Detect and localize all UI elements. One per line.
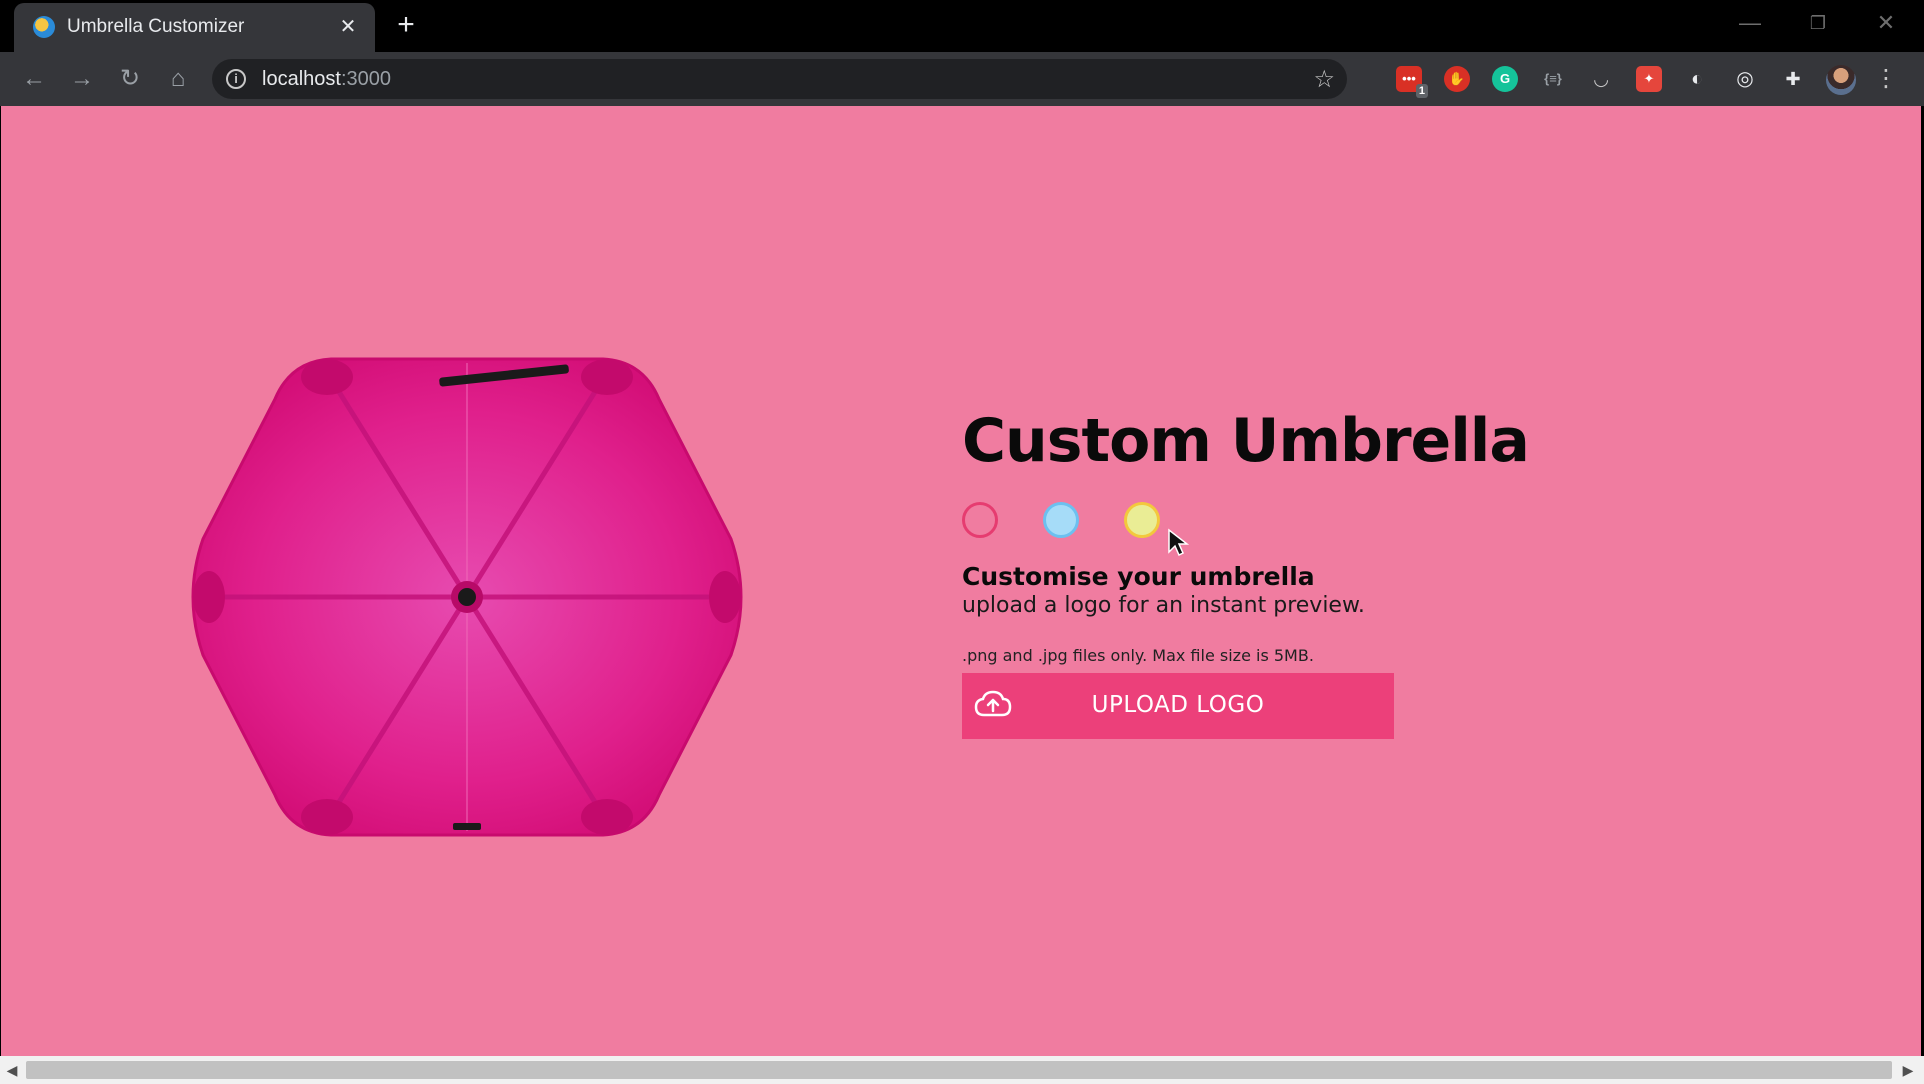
close-window-button[interactable]: ✕ [1866, 8, 1906, 38]
back-arrow-icon[interactable]: ← [17, 62, 51, 96]
extension-stop-icon[interactable]: ✋ [1444, 66, 1470, 92]
upload-logo-button[interactable]: UPLOAD LOGO [962, 673, 1394, 739]
browser-toolbar: ← → ↻ ⌂ i localhost:3000 ☆ ••• 1 ✋ G {≡} … [0, 52, 1924, 106]
customise-heading: Customise your umbrella [962, 562, 1315, 591]
customizer-panel: Custom Umbrella Customise your umbrella … [962, 406, 1530, 739]
minimize-button[interactable]: — [1730, 8, 1770, 38]
reload-icon[interactable]: ↻ [113, 62, 147, 96]
page-title: Custom Umbrella [962, 406, 1530, 476]
scrollbar-thumb[interactable] [26, 1061, 1892, 1079]
color-swatches [962, 498, 1522, 557]
scroll-left-arrow-icon[interactable]: ◀ [0, 1056, 24, 1084]
extension-json-icon[interactable]: {≡} [1540, 66, 1566, 92]
tab-close-icon[interactable]: ✕ [335, 14, 361, 40]
browser-menu-icon[interactable]: ⋮ [1874, 62, 1898, 96]
restore-button[interactable]: ❐ [1798, 8, 1838, 38]
swatch-yellow[interactable] [1124, 502, 1160, 538]
swatch-pink[interactable] [962, 502, 998, 538]
scroll-right-arrow-icon[interactable]: ▶ [1896, 1056, 1920, 1084]
profile-avatar[interactable] [1826, 65, 1856, 95]
extension-target-icon[interactable]: ◎ [1732, 66, 1758, 92]
extension-contrast-icon[interactable]: ◐ [1684, 66, 1710, 92]
url-text: localhost:3000 [262, 68, 391, 90]
upload-logo-label: UPLOAD LOGO [1091, 692, 1265, 718]
page-viewport: Custom Umbrella Customise your umbrella … [1, 106, 1921, 1056]
extension-red-icon[interactable]: ✦ [1636, 66, 1662, 92]
extension-pocket-icon[interactable]: ◡ [1588, 66, 1614, 92]
tab-title: Umbrella Customizer [67, 16, 245, 37]
file-requirements-hint: .png and .jpg files only. Max file size … [962, 646, 1314, 665]
extension-counter-icon[interactable]: ••• 1 [1396, 66, 1428, 98]
bookmark-star-icon[interactable]: ☆ [1313, 65, 1335, 94]
site-info-icon[interactable]: i [226, 69, 246, 89]
extension-grammarly-icon[interactable]: G [1492, 66, 1518, 92]
browser-titlebar: Umbrella Customizer ✕ + — ❐ ✕ [0, 0, 1924, 52]
forward-arrow-icon[interactable]: → [65, 62, 99, 96]
home-icon[interactable]: ⌂ [161, 62, 195, 96]
customise-description: upload a logo for an instant preview. [962, 593, 1365, 618]
horizontal-scrollbar[interactable]: ◀ ▶ [0, 1056, 1924, 1084]
address-bar[interactable]: i localhost:3000 ☆ [212, 59, 1347, 99]
swatch-blue[interactable] [1043, 502, 1079, 538]
extensions-puzzle-icon[interactable]: ✚ [1780, 66, 1806, 92]
browser-tab[interactable]: Umbrella Customizer ✕ [14, 3, 375, 52]
umbrella-image [191, 357, 743, 837]
new-tab-button[interactable]: + [390, 9, 422, 41]
tab-favicon-icon [33, 16, 55, 38]
mouse-pointer-icon [1168, 528, 1189, 557]
